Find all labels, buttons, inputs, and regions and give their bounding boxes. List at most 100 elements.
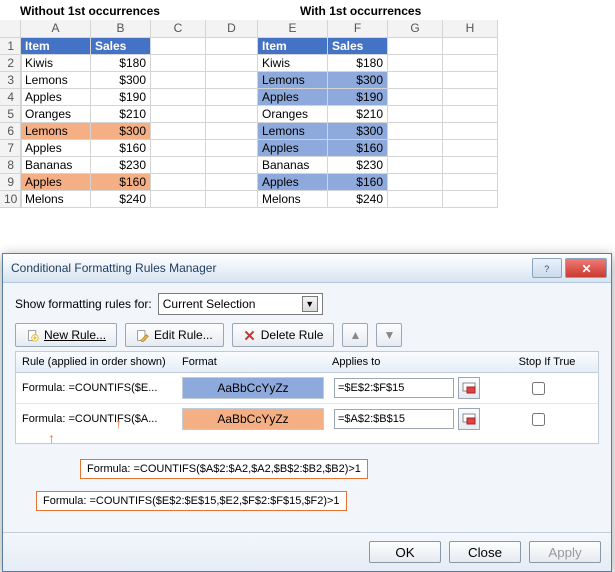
cell[interactable] — [443, 139, 498, 156]
cell[interactable]: Apples — [258, 173, 328, 190]
cell[interactable]: Oranges — [258, 105, 328, 122]
cell[interactable] — [206, 88, 258, 105]
rule-row[interactable]: Formula: =COUNTIFS($A...AaBbCcYyZz — [16, 404, 598, 434]
cell[interactable] — [388, 105, 443, 122]
col-header[interactable]: B — [91, 20, 151, 37]
cell[interactable] — [388, 54, 443, 71]
cell[interactable]: Lemons — [258, 122, 328, 139]
cell[interactable]: $180 — [328, 54, 388, 71]
applies-to-input[interactable] — [334, 378, 454, 398]
cell[interactable]: $190 — [91, 88, 151, 105]
cell[interactable] — [388, 156, 443, 173]
cell[interactable]: Sales — [328, 37, 388, 54]
cell[interactable]: $300 — [91, 122, 151, 139]
cell[interactable]: Item — [258, 37, 328, 54]
row-header[interactable]: 2 — [0, 54, 22, 71]
cell[interactable] — [151, 105, 206, 122]
col-header[interactable]: G — [388, 20, 443, 37]
cell[interactable] — [206, 54, 258, 71]
range-picker-button[interactable] — [458, 377, 480, 399]
cell[interactable] — [206, 156, 258, 173]
move-down-button[interactable]: ▼ — [376, 323, 402, 347]
cell[interactable] — [151, 190, 206, 207]
cell[interactable] — [206, 37, 258, 54]
cell[interactable]: Apples — [258, 88, 328, 105]
cell[interactable] — [206, 105, 258, 122]
cell[interactable]: $240 — [328, 190, 388, 207]
stop-if-true-checkbox[interactable] — [532, 382, 545, 395]
row-header[interactable]: 10 — [0, 190, 22, 207]
new-rule-button[interactable]: New Rule... — [15, 323, 117, 347]
close-x-button[interactable] — [565, 258, 607, 278]
rules-list[interactable]: Formula: =COUNTIFS($E...AaBbCcYyZzFormul… — [15, 372, 599, 444]
cell[interactable]: Melons — [258, 190, 328, 207]
row-header[interactable]: 8 — [0, 156, 22, 173]
cell[interactable] — [388, 122, 443, 139]
cell[interactable] — [443, 105, 498, 122]
cell[interactable]: $300 — [328, 71, 388, 88]
cell[interactable] — [151, 88, 206, 105]
cell[interactable]: Melons — [21, 190, 91, 207]
cell[interactable]: $300 — [91, 71, 151, 88]
spreadsheet[interactable]: ABCDEFGHItemSalesItemSalesKiwis$180Kiwis… — [20, 20, 498, 208]
help-button[interactable]: ? — [532, 258, 562, 278]
cell[interactable]: $160 — [91, 173, 151, 190]
cell[interactable] — [443, 190, 498, 207]
close-button[interactable]: Close — [449, 541, 521, 563]
cell[interactable] — [206, 139, 258, 156]
col-header[interactable]: A — [21, 20, 91, 37]
cell[interactable]: Apples — [258, 139, 328, 156]
cell[interactable]: $190 — [328, 88, 388, 105]
cell[interactable]: $160 — [91, 139, 151, 156]
row-header[interactable]: 1 — [0, 37, 22, 54]
cell[interactable] — [151, 139, 206, 156]
cell[interactable] — [206, 122, 258, 139]
row-header[interactable]: 9 — [0, 173, 22, 190]
cell[interactable]: $160 — [328, 173, 388, 190]
col-header[interactable]: H — [443, 20, 498, 37]
scope-select[interactable]: Current Selection ▼ — [158, 293, 323, 315]
cell[interactable]: $160 — [328, 139, 388, 156]
cell[interactable]: Lemons — [21, 122, 91, 139]
cell[interactable] — [388, 190, 443, 207]
cell[interactable] — [443, 37, 498, 54]
applies-to-input[interactable] — [334, 409, 454, 429]
apply-button[interactable]: Apply — [529, 541, 601, 563]
col-header[interactable]: C — [151, 20, 206, 37]
cell[interactable] — [443, 54, 498, 71]
cell[interactable]: $210 — [328, 105, 388, 122]
cell[interactable] — [388, 88, 443, 105]
cell[interactable] — [443, 173, 498, 190]
cell[interactable] — [206, 173, 258, 190]
cell[interactable] — [443, 88, 498, 105]
cell[interactable] — [151, 156, 206, 173]
edit-rule-button[interactable]: Edit Rule... — [125, 323, 224, 347]
cell[interactable] — [206, 71, 258, 88]
cell[interactable]: Apples — [21, 88, 91, 105]
cell[interactable]: Kiwis — [21, 54, 91, 71]
move-up-button[interactable]: ▲ — [342, 323, 368, 347]
cell[interactable] — [388, 37, 443, 54]
row-header[interactable]: 6 — [0, 122, 22, 139]
cell[interactable] — [388, 173, 443, 190]
row-header[interactable]: 3 — [0, 71, 22, 88]
cell[interactable]: Apples — [21, 139, 91, 156]
cell[interactable] — [206, 190, 258, 207]
cell[interactable] — [443, 156, 498, 173]
ok-button[interactable]: OK — [369, 541, 441, 563]
cell[interactable]: $180 — [91, 54, 151, 71]
cell[interactable]: Item — [21, 37, 91, 54]
cell[interactable]: Lemons — [258, 71, 328, 88]
stop-if-true-checkbox[interactable] — [532, 413, 545, 426]
cell[interactable]: $210 — [91, 105, 151, 122]
cell[interactable]: Bananas — [21, 156, 91, 173]
cell[interactable]: Apples — [21, 173, 91, 190]
delete-rule-button[interactable]: Delete Rule — [232, 323, 335, 347]
range-picker-button[interactable] — [458, 408, 480, 430]
cell[interactable] — [151, 37, 206, 54]
cell[interactable]: $240 — [91, 190, 151, 207]
rule-row[interactable]: Formula: =COUNTIFS($E...AaBbCcYyZz — [16, 373, 598, 404]
row-header[interactable]: 7 — [0, 139, 22, 156]
row-header[interactable]: 5 — [0, 105, 22, 122]
cell[interactable] — [443, 122, 498, 139]
